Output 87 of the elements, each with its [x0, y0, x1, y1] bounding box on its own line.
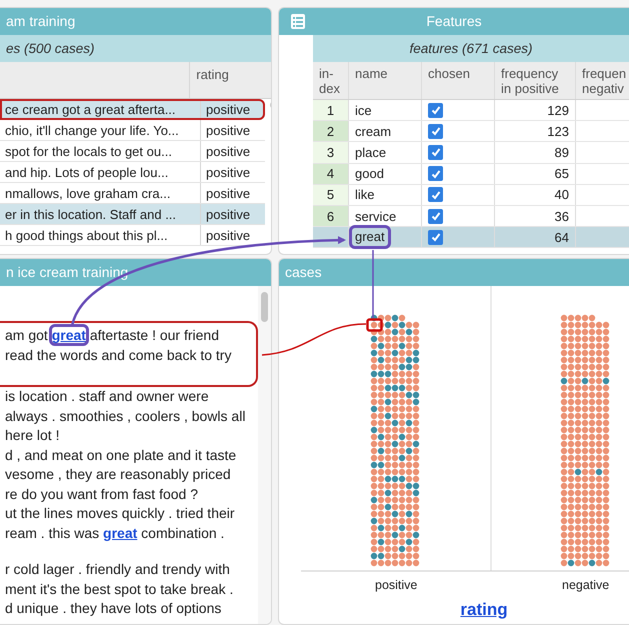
table-cell: positive [200, 99, 265, 119]
table-cell-text: nmallows, love graham cra... [4, 185, 172, 203]
table-row[interactable]: 1 ice 129 [313, 100, 629, 122]
text-line: ut the lines moves quickly . tried their [4, 504, 236, 523]
index-cell: 2 [313, 121, 349, 142]
table-row[interactable]: ce cream got a great afterta... positive [0, 99, 265, 120]
index-cell: 6 [313, 206, 349, 226]
table-cell-text: spot for the locals to get ou... [4, 143, 173, 161]
axis-label: positive [375, 578, 418, 592]
checkbox[interactable] [428, 230, 443, 245]
table-cell: positive [200, 120, 265, 140]
table-cell: great [352, 228, 388, 246]
table-row[interactable]: 4 good 65 [313, 164, 629, 185]
axis-label: negative [562, 578, 610, 592]
index-cell: 5 [313, 184, 349, 205]
text-line: d unique . they have lots of options [4, 599, 222, 618]
list-icon[interactable] [291, 14, 305, 29]
text-line: ment it's the best spot to take break . [4, 580, 234, 599]
table-cell-text: ce cream got a great afterta... [4, 101, 177, 119]
table-cell-text: like [354, 187, 376, 202]
table-row[interactable]: 5 like 40 [313, 184, 629, 206]
checkbox[interactable] [428, 144, 443, 160]
index-cell: 3 [313, 142, 349, 163]
column-header[interactable]: name [349, 62, 422, 99]
text-line: am got great aftertaste ! our friend [0, 326, 256, 346]
table-cell: 65 [495, 164, 576, 184]
table-cell: 129 [495, 100, 576, 120]
text-line: always . smoothies , coolers , bowls all [4, 406, 246, 426]
panel-title: n ice cream training [0, 259, 271, 286]
table-cell-text: cream [354, 124, 392, 139]
word-link[interactable]: great [103, 524, 138, 540]
text-line: is location . staff and owner were [4, 387, 210, 406]
column-header[interactable]: in- dex [313, 62, 349, 99]
table-row[interactable]: and hip. Lots of people lou... positive [0, 162, 265, 183]
column-header[interactable]: frequency in positive [495, 62, 576, 99]
table-cell-text: good [354, 166, 385, 182]
table-cell: positive [200, 183, 265, 203]
table-row[interactable]: h good things about this pl... positive [0, 225, 265, 246]
table-cell-text: h good things about this pl... [4, 227, 169, 245]
table-cell: positive [200, 204, 265, 224]
checkbox[interactable] [428, 102, 443, 118]
table-row[interactable]: 2 cream 123 [313, 121, 629, 142]
index-cell: 1 [313, 100, 349, 120]
text-line: re do you want from fast food ? [4, 484, 199, 504]
checkbox[interactable] [428, 208, 443, 224]
table-row[interactable]: chio, it'll change your life. Yo... positive [0, 120, 265, 141]
table-row[interactable]: 3 place 89 [313, 142, 629, 164]
column-header[interactable]: rating [189, 62, 254, 98]
index-cell: 4 [313, 164, 349, 184]
table-cell: positive [200, 225, 265, 245]
table-caption: es (500 cases) [0, 35, 271, 62]
panel-title: am training [0, 8, 271, 35]
table-cell: 123 [495, 121, 576, 142]
checkbox[interactable] [428, 124, 443, 139]
table-cell: 89 [495, 142, 576, 163]
word-link[interactable]: great [52, 327, 86, 343]
table-cell-text: service [354, 208, 398, 224]
table-row[interactable]: spot for the locals to get ou... positive [0, 141, 265, 162]
table-row[interactable]: er in this location. Staff and ... positive [0, 204, 265, 225]
panel-title: cases [279, 259, 629, 286]
table-cell-text: chio, it'll change your life. Yo... [4, 122, 180, 140]
text-line: r cold lager . friendly and trendy with [4, 560, 231, 579]
column-header[interactable]: chosen [422, 62, 495, 99]
highlight-marker [366, 318, 383, 332]
table-row[interactable]: great 64 [313, 227, 629, 248]
text-line: read the words and come back to try [4, 346, 232, 365]
text-line: d , and meat on one plate and it taste [4, 446, 238, 465]
table-cell: positive [200, 162, 265, 182]
axis-title-link[interactable]: rating [460, 600, 508, 619]
table-cell-text: er in this location. Staff and ... [4, 206, 178, 224]
checkbox[interactable] [428, 187, 443, 202]
text-line: vesome , they are reasonably priced [4, 465, 232, 484]
scrollbar-thumb[interactable] [261, 292, 268, 322]
table-caption: features (671 cases) [313, 35, 629, 62]
table-cell-text: place [354, 144, 388, 160]
connector-line [372, 250, 374, 318]
column-header[interactable]: frequen negativ [576, 62, 629, 99]
panel-title: Features [425, 12, 483, 31]
text-line: ream . this was great combination . [4, 524, 226, 543]
table-cell: 36 [495, 206, 576, 226]
table-cell: 40 [495, 184, 576, 205]
table-cell: 64 [495, 227, 576, 248]
table-cell: positive [200, 141, 265, 161]
table-cell-text: ice [354, 102, 373, 118]
text-line: here lot ! [4, 426, 60, 445]
checkbox[interactable] [428, 166, 443, 182]
table-cell-text: and hip. Lots of people lou... [4, 164, 170, 182]
